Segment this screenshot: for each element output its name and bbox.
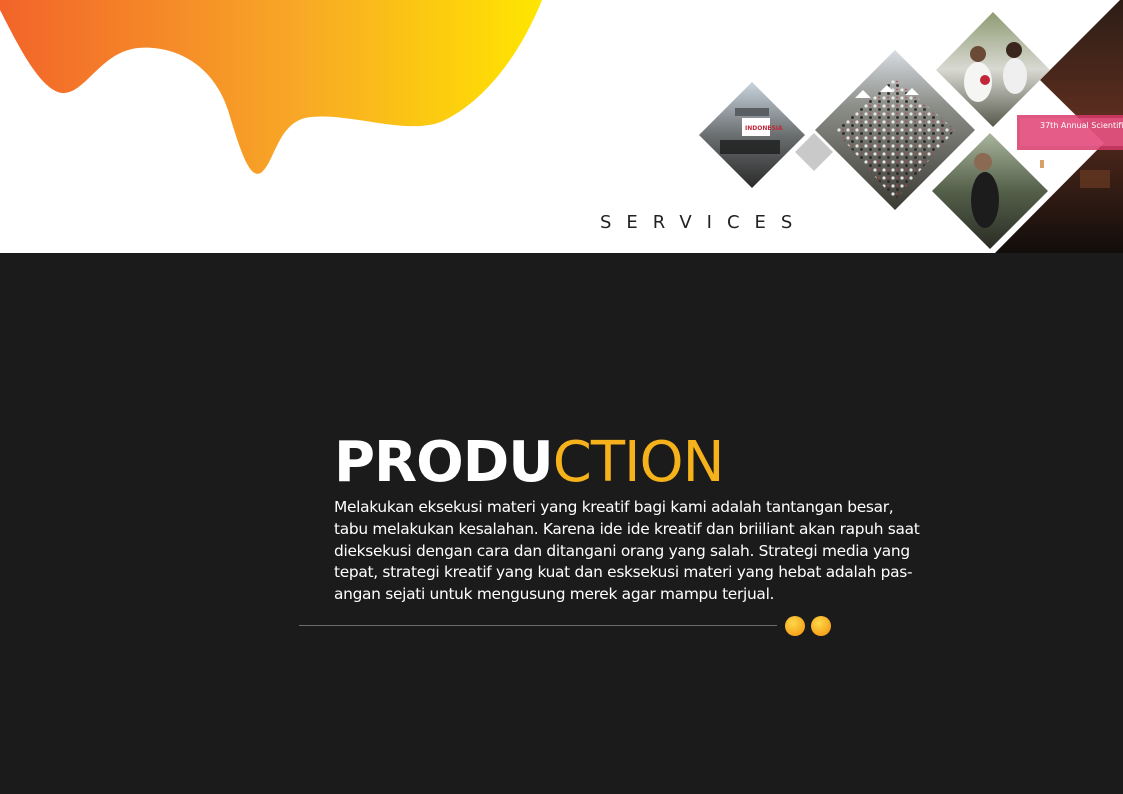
divider-line: [299, 625, 777, 626]
page-title: PRODUCTION: [334, 427, 725, 499]
header-section: 37th Annual Scientific Meeting: [0, 0, 1123, 253]
svg-text:INDONESIA: INDONESIA: [745, 125, 783, 132]
photo-collage: 37th Annual Scientific Meeting: [699, 0, 1123, 253]
stage-concert-photo: INDONESIA: [699, 82, 805, 188]
page-title-accent: CTION: [552, 430, 725, 495]
page-title-white: PRODU: [334, 430, 554, 495]
svg-text:37th Annual Scientific Meeting: 37th Annual Scientific Meeting: [1040, 121, 1123, 130]
section-title: SERVICES: [600, 212, 808, 233]
description-paragraph: Melakukan eksekusi materi yang kreatif b…: [334, 498, 920, 604]
orange-dot-icon: [785, 616, 805, 636]
orange-dot-icon: [811, 616, 831, 636]
